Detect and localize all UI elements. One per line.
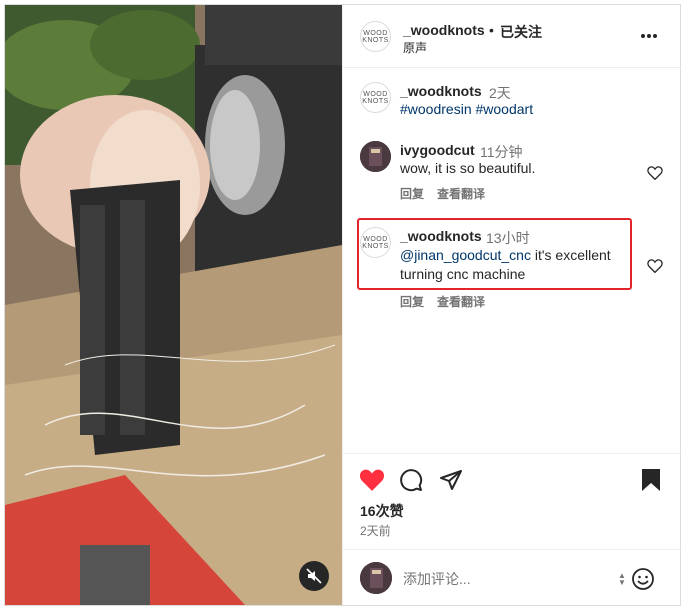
comment-username[interactable]: ivygoodcut	[400, 142, 475, 158]
send-paper-plane-icon	[440, 470, 462, 490]
video-frame-image	[5, 5, 342, 605]
share-button[interactable]	[439, 468, 463, 492]
comment-text: wow, it is so beautiful.	[400, 160, 536, 176]
comment-button[interactable]	[399, 468, 423, 492]
resize-stepper-icon: ▲ ▼	[618, 571, 626, 587]
post-date: 2天前	[360, 524, 391, 538]
caption-avatar[interactable]: WOOD KNOTS	[360, 82, 391, 113]
post-actions: 16次赞 2天前	[343, 453, 681, 549]
comment-like-button[interactable]	[647, 259, 663, 274]
more-options-button[interactable]	[639, 29, 659, 41]
comment-bubble-icon	[400, 469, 423, 492]
comment-composer: ▲▼	[343, 549, 681, 605]
avatar-photo	[360, 141, 391, 172]
current-user-avatar	[360, 562, 392, 594]
add-comment-input[interactable]	[403, 569, 603, 589]
mute-button[interactable]	[299, 561, 329, 591]
caption-username[interactable]: _woodknots	[400, 83, 482, 99]
follow-status[interactable]: 已关注	[500, 22, 542, 42]
comment-item: ivygoodcut 11分钟 wow, it is so beautiful.…	[343, 138, 681, 210]
bookmark-filled-icon	[642, 469, 660, 491]
comment-time: 11分钟	[480, 144, 523, 160]
heart-outline-icon	[647, 259, 663, 274]
post-header: WOOD KNOTS _woodknots • 已关注 原声	[343, 5, 681, 68]
avatar-logo-text: WOOD KNOTS	[362, 90, 389, 105]
see-translation-button[interactable]: 查看翻译	[437, 293, 485, 310]
audio-label[interactable]: 原声	[403, 39, 427, 56]
reply-button[interactable]: 回复	[400, 185, 424, 202]
save-button[interactable]	[641, 468, 661, 492]
see-translation-button[interactable]: 查看翻译	[437, 185, 485, 202]
caption-time: 2天	[489, 85, 511, 101]
avatar-logo-text: WOOD KNOTS	[362, 29, 389, 44]
highlight-box	[357, 218, 632, 290]
like-button[interactable]	[359, 468, 385, 492]
header-separator: •	[489, 22, 494, 38]
avatar-photo	[360, 562, 392, 594]
ellipsis-icon	[641, 34, 657, 38]
post-details-panel: WOOD KNOTS _woodknots • 已关注 原声 WOOD KNOT…	[342, 5, 681, 605]
caption: WOOD KNOTS _woodknots 2天 #woodresin #woo…	[343, 80, 681, 125]
author-username[interactable]: _woodknots	[403, 22, 485, 38]
heart-filled-icon	[359, 469, 385, 491]
heart-outline-icon	[647, 166, 663, 181]
commenter-avatar[interactable]	[360, 141, 391, 172]
smiley-face-icon	[632, 568, 654, 590]
post-video[interactable]	[5, 5, 342, 605]
reply-button[interactable]: 回复	[400, 293, 424, 310]
likes-count[interactable]: 16次赞	[360, 501, 404, 521]
emoji-button[interactable]	[631, 567, 655, 591]
comment-like-button[interactable]	[647, 166, 663, 181]
caption-hashtags[interactable]: #woodresin #woodart	[400, 101, 533, 117]
speaker-muted-icon	[306, 568, 322, 584]
author-avatar[interactable]: WOOD KNOTS	[360, 21, 391, 52]
